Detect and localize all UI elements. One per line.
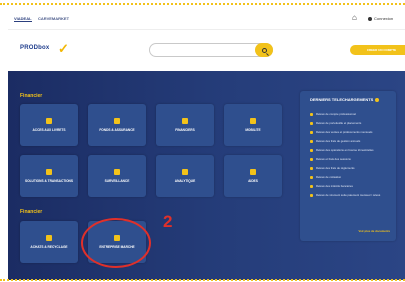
section-title-1: Financier <box>20 93 43 99</box>
document-icon <box>310 185 313 188</box>
tile-fonds-assurance[interactable]: FONDS & ASSURANCE <box>88 104 146 146</box>
home-icon[interactable]: ⌂ <box>352 14 360 22</box>
login-link[interactable]: Connexion <box>368 16 393 21</box>
recycle-icon <box>46 235 52 241</box>
download-label: Relevé de virement suite paiement mensue… <box>316 193 381 198</box>
search-button[interactable] <box>255 43 273 57</box>
dotted-border-bottom <box>0 279 405 281</box>
tile-surveillance[interactable]: SURVEILLANCE <box>88 155 146 197</box>
document-icon <box>310 140 313 143</box>
download-label: Relevé des frais de gestion annuels <box>316 139 361 144</box>
main-content: Financier ACCES AUX LIVRETS FONDS & ASSU… <box>8 71 405 280</box>
download-label: Relevé de cotisation <box>316 175 342 180</box>
tile-label: FINANCIERS <box>175 128 195 132</box>
search-input[interactable] <box>149 43 273 57</box>
download-label: Relevé des ventes et prélèvements mensue… <box>316 130 373 135</box>
tile-aides[interactable]: AIDES <box>224 155 282 197</box>
logo[interactable]: PRODbox ✓ <box>20 41 78 67</box>
tile-label: ACHATS & RECYCLAGE <box>30 245 68 249</box>
tile-label: ACCES AUX LIVRETS <box>32 128 66 132</box>
download-item[interactable]: Relevé et frais des sessions <box>310 158 351 161</box>
download-item[interactable]: Relevé des opérations en bourse trimestr… <box>310 149 374 152</box>
info-icon <box>375 97 380 102</box>
trophy-icon <box>46 169 52 175</box>
document-icon <box>310 158 313 161</box>
car-icon <box>250 118 256 124</box>
document-icon <box>310 122 313 125</box>
tile-achats-recyclage[interactable]: ACHATS & RECYCLAGE <box>20 221 78 263</box>
download-item[interactable]: Relevé de virement suite paiement mensue… <box>310 194 380 197</box>
document-icon <box>310 194 313 197</box>
download-label: Relevé de compte professionnel <box>316 112 356 117</box>
section-title-2: Financier <box>20 209 43 215</box>
tile-financiers[interactable]: FINANCIERS <box>156 104 214 146</box>
downloads-title: DERNIERS TELECHARGEMENTS <box>310 97 380 102</box>
tab-carvemarket[interactable]: CARVEMARKET <box>38 16 69 21</box>
phone-icon <box>114 169 120 175</box>
screenshot-page: VIADEAL CARVEMARKET ⌂ Connexion ⋮ PRODbo… <box>0 0 405 282</box>
document-icon <box>310 176 313 179</box>
logo-text: PRODbox <box>20 45 50 51</box>
document-icon <box>310 167 313 170</box>
download-item[interactable]: Relevé de portefeuille et placements <box>310 122 361 125</box>
dotted-border-top <box>0 3 405 5</box>
tile-acces-livrets[interactable]: ACCES AUX LIVRETS <box>20 104 78 146</box>
tile-label: FONDS & ASSURANCE <box>99 128 135 132</box>
search-icon <box>261 47 267 53</box>
tile-label: MOBILITE <box>245 128 261 132</box>
download-label: Relevé des frais de règlements <box>316 166 355 171</box>
tile-label: SOLUTIONS & TRANSACTIONS <box>25 179 73 183</box>
euro-icon <box>182 118 188 124</box>
bank-icon <box>46 118 52 124</box>
annotation-marker: 2 <box>163 212 173 231</box>
tile-label: ANALYTIQUE <box>174 179 196 183</box>
briefcase-icon <box>250 169 256 175</box>
tab-viadeal[interactable]: VIADEAL <box>14 16 32 22</box>
download-item[interactable]: Relevé de compte professionnel <box>310 113 356 116</box>
vehicle-icon <box>182 169 188 175</box>
document-icon <box>310 131 313 134</box>
download-item[interactable]: Relevé des frais de règlements <box>310 167 355 170</box>
document-icon <box>310 113 313 116</box>
download-item[interactable]: Relevé de cotisation <box>310 176 341 179</box>
header: PRODbox ✓ CREER UN COMPTE <box>8 31 405 71</box>
downloads-panel: DERNIERS TELECHARGEMENTS Relevé de compt… <box>300 91 396 241</box>
document-icon <box>310 149 313 152</box>
annotation-circle <box>81 218 151 268</box>
tile-solutions-transactions[interactable]: SOLUTIONS & TRANSACTIONS <box>20 155 78 197</box>
download-label: Relevé des intérêts bancaires <box>316 184 353 189</box>
login-label: Connexion <box>374 16 394 21</box>
user-icon <box>368 16 372 21</box>
download-label: Relevé et frais des sessions <box>316 157 351 162</box>
tile-mobilite[interactable]: MOBILITE <box>224 104 282 146</box>
more-documents-link[interactable]: Voir plus de documents <box>359 229 391 233</box>
download-label: Relevé de portefeuille et placements <box>316 121 362 126</box>
download-item[interactable]: Relevé des frais de gestion annuels <box>310 140 360 143</box>
create-account-button[interactable]: CREER UN COMPTE <box>350 45 405 55</box>
download-label: Relevé des opérations en bourse trimestr… <box>316 148 374 153</box>
tile-analytique[interactable]: ANALYTIQUE <box>156 155 214 197</box>
tile-label: AIDES <box>248 179 258 183</box>
tile-label: SURVEILLANCE <box>104 179 130 183</box>
top-bar: VIADEAL CARVEMARKET ⌂ Connexion ⋮ <box>8 10 405 30</box>
logo-check-icon: ✓ <box>58 41 69 56</box>
download-item[interactable]: Relevé des intérêts bancaires <box>310 185 353 188</box>
crown-icon <box>114 118 120 124</box>
downloads-title-text: DERNIERS TELECHARGEMENTS <box>310 97 374 102</box>
download-item[interactable]: Relevé des ventes et prélèvements mensue… <box>310 131 372 134</box>
